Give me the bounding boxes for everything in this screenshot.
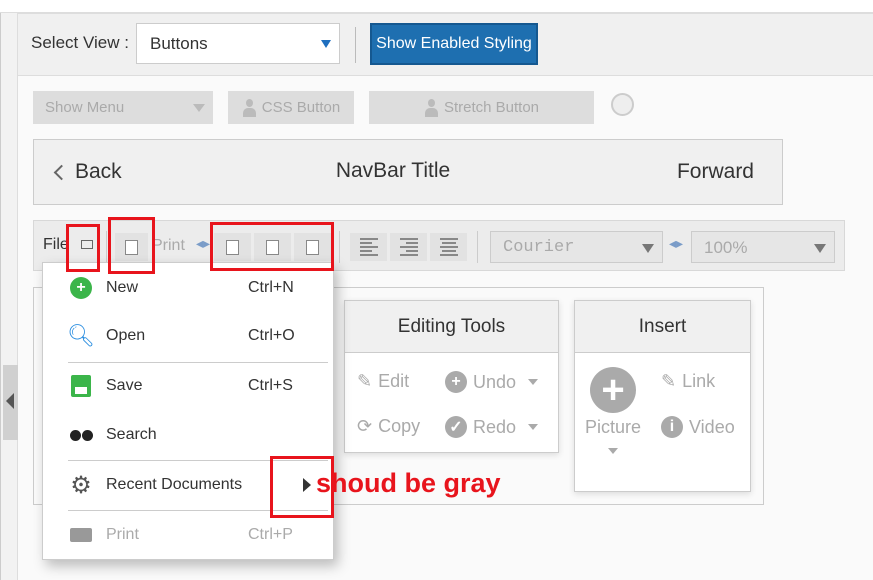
link-label: Link [682, 371, 716, 391]
menu-label: Save [106, 377, 143, 394]
select-value: Buttons [150, 34, 208, 53]
menu-label: Print [106, 526, 139, 543]
video-button[interactable]: i Video [661, 416, 735, 438]
forward-button[interactable]: Forward [677, 160, 754, 184]
menu-label: Search [106, 426, 157, 443]
font-select[interactable]: Courier [490, 231, 663, 263]
select-view-label: Select View : [31, 33, 129, 52]
printer-icon [68, 522, 94, 548]
gear-icon: ⚙ [70, 471, 92, 499]
divider [355, 27, 356, 63]
menu-item-search[interactable]: Search [68, 421, 328, 449]
editing-tools-group: Editing Tools ✎ Edit + Undo ⟳ Copy ✓ Redo [344, 300, 559, 453]
css-button-label: CSS Button [261, 99, 341, 116]
navbar-title: NavBar Title [335, 159, 451, 182]
magnifier-icon: 🔍︎ [67, 323, 95, 348]
user-icon [242, 98, 256, 117]
left-pane [0, 13, 18, 580]
info-icon: i [661, 416, 683, 438]
align-left-button[interactable] [350, 233, 387, 261]
menu-divider [68, 362, 328, 363]
menu-item-print[interactable]: Print Ctrl+P [68, 521, 328, 549]
undo-label: Undo [473, 371, 517, 392]
menu-shortcut: Ctrl+O [248, 327, 295, 344]
copy-label: Copy [378, 416, 421, 436]
menu-label: New [106, 279, 139, 296]
zoom-select[interactable]: 100% [691, 231, 835, 263]
chevron-down-icon [193, 104, 205, 112]
menu-label: Open [106, 327, 146, 344]
pencil-icon: ✎ [661, 371, 677, 391]
link-button[interactable]: ✎ Link [661, 371, 715, 392]
align-justify-button[interactable] [430, 233, 467, 261]
chevron-down-icon [608, 448, 619, 454]
font-value: Courier [503, 238, 575, 257]
menu-item-save[interactable]: Save Ctrl+S [68, 372, 328, 400]
copy-button[interactable]: ⟳ Copy [357, 416, 420, 437]
arrow-left-icon [6, 393, 14, 409]
picture-button[interactable]: + Picture [585, 367, 641, 454]
edit-label: Edit [378, 371, 410, 391]
chevron-down-icon [528, 379, 539, 385]
insert-group: Insert + Picture ✎ Link i Video [574, 300, 751, 492]
print-button[interactable]: Print [152, 237, 185, 265]
group-title: Editing Tools [345, 301, 558, 353]
collapse-handle[interactable] [3, 365, 18, 440]
chevron-down-icon [321, 40, 331, 48]
redo-label: Redo [473, 416, 517, 437]
group-title: Insert [575, 301, 750, 353]
annotation-box [66, 224, 100, 272]
show-menu-label: Show Menu [45, 99, 125, 116]
menu-shortcut: Ctrl+N [248, 279, 294, 296]
annotation-box [108, 217, 155, 274]
pencil-icon: ✎ [357, 371, 373, 391]
zoom-value: 100% [704, 238, 748, 257]
splitter-icon[interactable]: ◂▸ [196, 235, 210, 252]
chevron-down-icon [642, 244, 654, 253]
menu-shortcut: Ctrl+S [248, 377, 293, 394]
menu-label: Recent Documents [106, 476, 243, 493]
show-menu-button[interactable]: Show Menu [33, 91, 213, 124]
plus-circle-icon: + [590, 367, 637, 413]
align-right-button[interactable] [390, 233, 427, 261]
radio-button[interactable] [611, 93, 634, 116]
align-right-icon [399, 238, 418, 256]
chevron-down-icon [528, 424, 539, 430]
menu-shortcut: Ctrl+P [248, 526, 293, 543]
undo-button[interactable]: + Undo [445, 371, 539, 393]
menu-item-open[interactable]: 🔍︎ Open Ctrl+O [67, 322, 328, 350]
plus-circle-icon: + [68, 275, 94, 301]
stretch-button[interactable]: Stretch Button [369, 91, 594, 124]
splitter-icon[interactable]: ◂▸ [669, 235, 683, 252]
picture-label: Picture [585, 417, 642, 437]
align-left-icon [359, 238, 378, 256]
stretch-button-label: Stretch Button [443, 99, 540, 116]
edit-button[interactable]: ✎ Edit [357, 371, 409, 392]
annotation-text: shoud be gray [316, 468, 501, 498]
align-center-icon [439, 238, 458, 256]
css-button[interactable]: CSS Button [228, 91, 354, 124]
refresh-icon: ⟳ [357, 416, 373, 436]
video-label: Video [689, 416, 735, 437]
floppy-icon [68, 373, 94, 399]
check-circle-icon: ✓ [445, 416, 467, 438]
show-enabled-styling-button[interactable]: Show Enabled Styling [370, 23, 538, 65]
plus-circle-icon: + [445, 371, 467, 393]
select-view-dropdown[interactable]: Buttons [136, 23, 340, 64]
file-menu-button[interactable]: File [43, 236, 69, 264]
redo-button[interactable]: ✓ Redo [445, 416, 539, 438]
menu-item-new[interactable]: + New Ctrl+N [68, 274, 328, 302]
binoculars-icon [68, 422, 94, 448]
navbar: Back NavBar Title Forward [33, 139, 783, 205]
chevron-down-icon [814, 244, 826, 253]
annotation-box [210, 222, 334, 271]
user-icon [424, 98, 438, 117]
